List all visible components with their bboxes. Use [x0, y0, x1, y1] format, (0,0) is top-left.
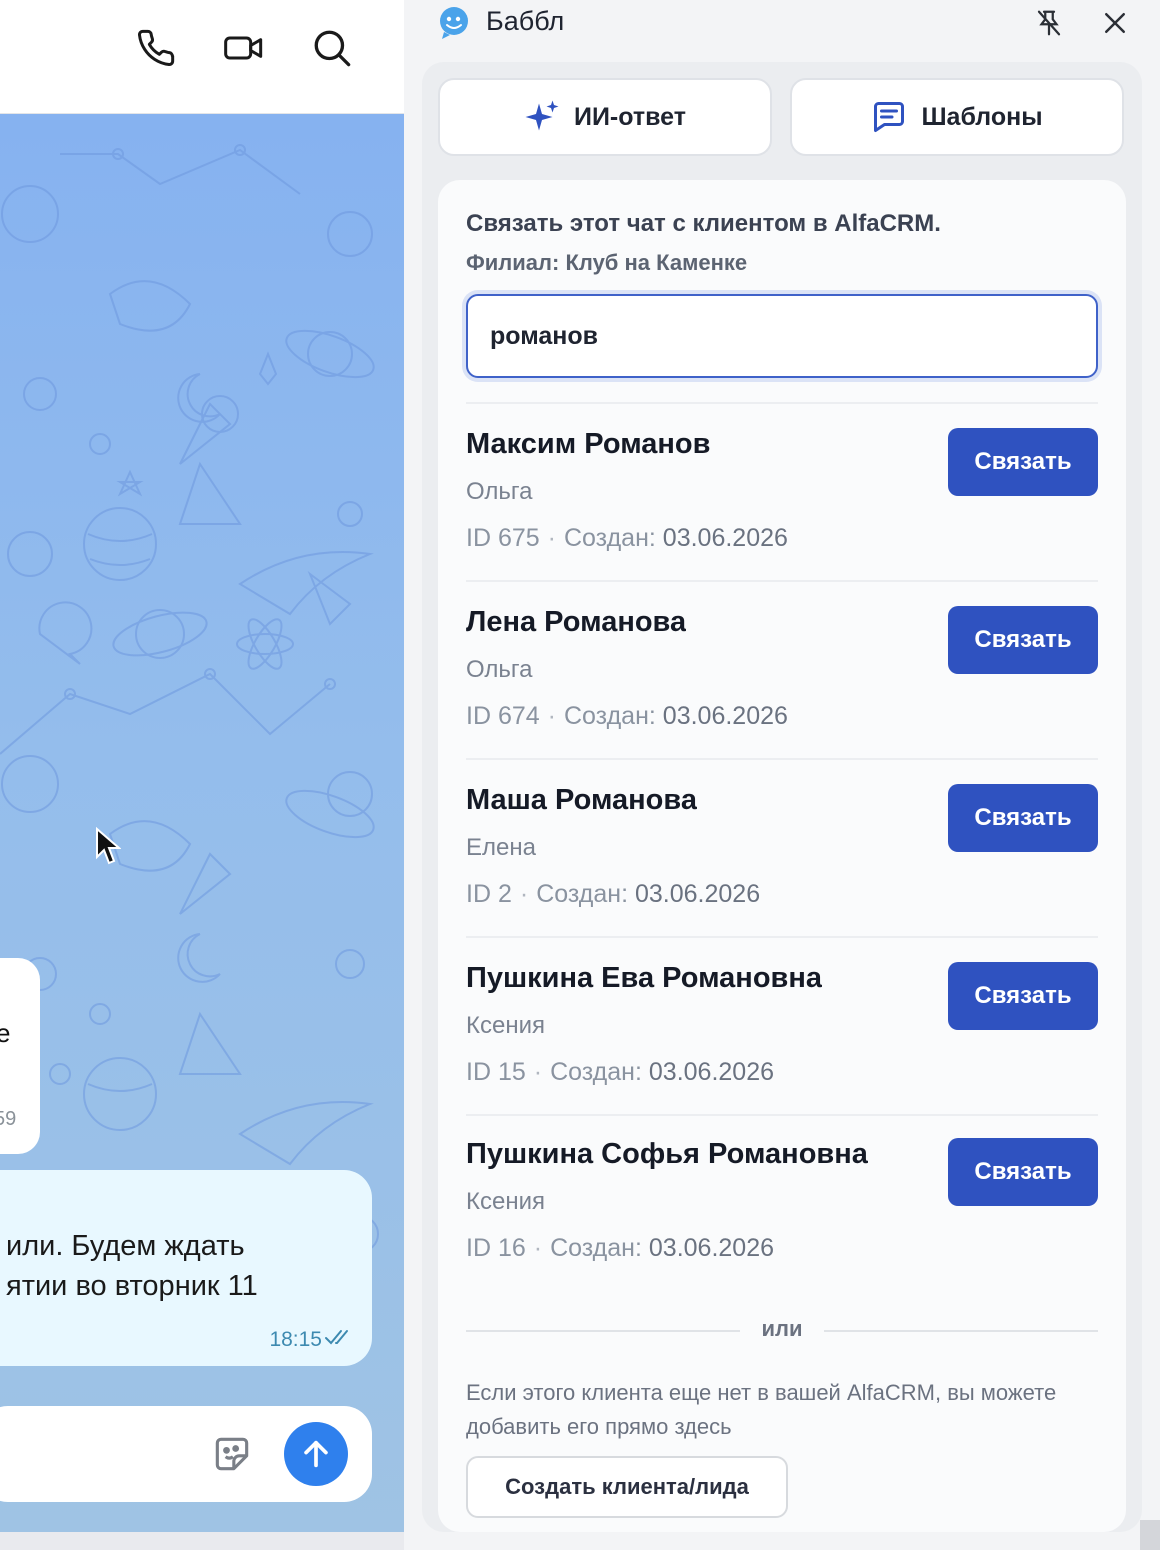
app-title: Баббл — [486, 6, 565, 36]
ai-reply-label: ИИ-ответ — [573, 102, 686, 131]
client-meta: ID 16 · Создан: 03.06.2026 — [466, 1234, 775, 1262]
client-row: Пушкина Софья Романовна Ксения ID 16 · Соз… — [466, 1114, 1098, 1290]
client-meta: ID 675 · Создан: 03.06.2026 — [466, 524, 788, 552]
read-checkmarks-icon — [324, 1327, 354, 1352]
client-id: ID 2 — [466, 880, 512, 908]
client-id: ID 16 — [466, 1234, 526, 1262]
client-created-date: 03.06.2026 — [634, 880, 761, 908]
client-created-date: 03.06.2026 — [648, 1058, 775, 1086]
created-label: Создан: — [564, 702, 656, 730]
chat-area: e 59 или. Будем ждать ятии во вторник 11… — [0, 0, 404, 1532]
video-camera-icon[interactable] — [222, 26, 266, 70]
branch-label: Филиал: Клуб на Каменке — [466, 250, 748, 275]
client-created-date: 03.06.2026 — [662, 702, 788, 730]
sticker-icon[interactable] — [210, 1432, 254, 1481]
templates-button[interactable]: Шаблоны — [790, 78, 1124, 156]
phone-icon[interactable] — [134, 26, 178, 70]
babbl-panel: Баббл ИИ-ответ Шаблоны Связать этот чат … — [404, 0, 1160, 1550]
arrow-up-icon — [304, 1440, 328, 1468]
link-title: Связать этот чат с клиентом в AlfaCRM. — [466, 210, 941, 237]
or-divider: или — [466, 1316, 1098, 1346]
client-meta: ID 15 · Создан: 03.06.2026 — [466, 1058, 775, 1086]
or-label: или — [761, 1316, 803, 1341]
message-lines-icon — [874, 102, 905, 132]
search-icon[interactable] — [310, 26, 354, 70]
client-meta: ID 2 · Создан: 03.06.2026 — [466, 880, 761, 908]
babbl-logo-icon — [438, 6, 472, 45]
client-name: Максим Романов — [466, 428, 711, 460]
client-manager: Ксения — [466, 1188, 545, 1215]
incoming-message-bubble: e 59 — [0, 958, 40, 1154]
client-manager: Ольга — [466, 656, 533, 683]
incoming-message-time-fragment: 59 — [0, 1108, 17, 1130]
client-name: Пушкина Ева Романовна — [466, 962, 823, 994]
created-label: Создан: — [536, 880, 629, 908]
mouse-cursor-icon — [96, 827, 121, 865]
panel-body: ИИ-ответ Шаблоны Связать этот чат с клие… — [422, 62, 1142, 1532]
link-client-button[interactable]: Связать — [948, 962, 1098, 1030]
client-id: ID 674 — [466, 702, 540, 730]
created-label: Создан: — [564, 524, 656, 552]
incoming-message-text-fragment: e — [0, 1018, 11, 1048]
client-name: Лена Романова — [466, 606, 687, 638]
client-name: Пушкина Софья Романовна — [466, 1138, 868, 1170]
panel-title-bar: Баббл — [404, 0, 1160, 46]
client-meta: ID 674 · Создан: 03.06.2026 — [466, 702, 788, 730]
link-client-card: Связать этот чат с клиентом в AlfaCRM. Ф… — [438, 180, 1126, 1532]
client-row: Лена Романова Ольга ID 674 · Создан: 03.06… — [466, 582, 1098, 758]
client-id: ID 15 — [466, 1058, 526, 1086]
link-client-button[interactable]: Связать — [948, 606, 1098, 674]
templates-label: Шаблоны — [921, 102, 1043, 131]
message-time: 18:15 — [269, 1328, 322, 1351]
client-id: ID 675 — [466, 524, 540, 552]
sparkles-icon — [525, 100, 559, 131]
client-created-date: 03.06.2026 — [662, 524, 788, 552]
outgoing-message-line-2: ятии во вторник 11 — [6, 1270, 258, 1302]
client-row: Пушкина Ева Романовна Ксения ID 15 · Созда… — [466, 938, 1098, 1114]
client-row: Маша Романова Елена ID 2 · Создан: 03.06.2… — [466, 760, 1098, 936]
message-composer[interactable] — [0, 1406, 372, 1502]
client-row: Максим Романов Ольга ID 675 · Создан: 03.0… — [466, 404, 1098, 580]
create-client-button[interactable]: Создать клиента/лида — [466, 1456, 788, 1518]
link-client-button[interactable]: Связать — [948, 784, 1098, 852]
chat-header — [0, 0, 404, 114]
client-created-date: 03.06.2026 — [648, 1234, 775, 1262]
outgoing-message-bubble: или. Будем ждать ятии во вторник 11 18:1… — [0, 1170, 372, 1366]
created-label: Создан: — [550, 1058, 642, 1086]
client-manager: Елена — [466, 834, 536, 861]
chat-background: e 59 или. Будем ждать ятии во вторник 11… — [0, 114, 404, 1532]
ai-reply-button[interactable]: ИИ-ответ — [438, 78, 772, 156]
unpin-icon[interactable] — [1034, 8, 1064, 43]
client-manager: Ксения — [466, 1012, 545, 1039]
link-client-button[interactable]: Связать — [948, 1138, 1098, 1206]
window-corner — [1140, 1520, 1160, 1550]
created-label: Создан: — [550, 1234, 642, 1262]
client-name: Маша Романова — [466, 784, 697, 816]
link-client-button[interactable]: Связать — [948, 428, 1098, 496]
close-icon[interactable] — [1100, 8, 1130, 43]
send-button[interactable] — [284, 1422, 348, 1486]
client-manager: Ольга — [466, 478, 533, 505]
create-client-hint: Если этого клиента еще нет в вашей AlfaC… — [466, 1380, 1057, 1439]
outgoing-message-line-1: или. Будем ждать — [6, 1230, 245, 1262]
client-search-input[interactable] — [466, 294, 1098, 378]
